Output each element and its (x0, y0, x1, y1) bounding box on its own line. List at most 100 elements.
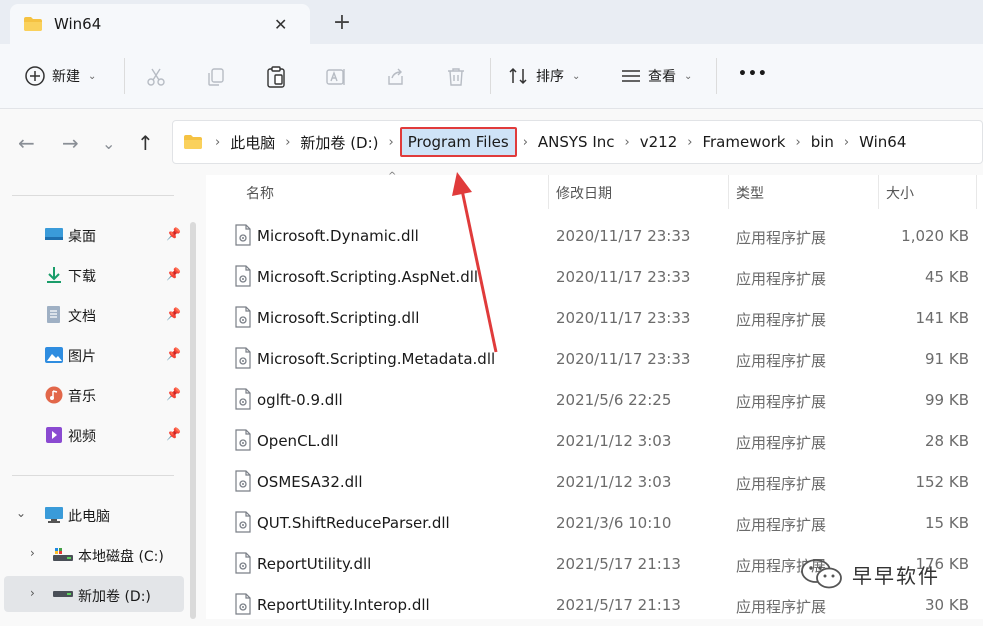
forward-arrow-icon[interactable]: → (62, 131, 79, 155)
chevron-down-icon[interactable]: ⌄ (16, 506, 26, 520)
chevron-right-icon[interactable]: › (517, 135, 534, 150)
sort-icon (509, 67, 527, 85)
column-divider[interactable] (728, 175, 729, 209)
music-icon (45, 386, 63, 404)
address-bar[interactable]: › 此电脑 › 新加卷 (D:) › Program Files › ANSYS… (172, 120, 983, 164)
file-row[interactable]: Microsoft.Scripting.AspNet.dll 2020/11/17… (206, 257, 983, 298)
file-type: 应用程序扩展 (736, 434, 827, 452)
column-header-type[interactable]: 类型 (736, 183, 764, 203)
chevron-right-icon[interactable]: › (619, 135, 636, 150)
file-size: 28 KB (925, 432, 969, 450)
copy-icon[interactable] (205, 66, 227, 88)
file-row[interactable]: oglft-0.9.dll 2021/5/6 22:25 应用程序扩展 99 KB (206, 380, 983, 421)
close-icon[interactable]: ✕ (274, 15, 287, 34)
column-header-size[interactable]: 大小 (886, 183, 914, 203)
breadcrumb-item[interactable]: 此电脑 (226, 132, 279, 153)
breadcrumb-item-highlighted[interactable]: Program Files (399, 127, 517, 157)
file-row[interactable]: Microsoft.Scripting.Metadata.dll 2020/11/… (206, 339, 983, 380)
sort-button[interactable]: 排序 ⌄ (508, 60, 580, 92)
recent-locations-icon[interactable]: ⌄ (102, 134, 115, 153)
chevron-right-icon[interactable]: › (30, 586, 35, 600)
toolbar-divider (716, 58, 717, 94)
file-row[interactable]: OpenCL.dll 2021/1/12 3:03 应用程序扩展 28 KB (206, 421, 983, 462)
chevron-right-icon[interactable]: › (209, 135, 226, 150)
sidebar-item-label: 下载 (68, 269, 96, 285)
file-date: 2021/5/17 21:13 (556, 555, 681, 573)
more-options-icon[interactable]: ••• (738, 66, 768, 82)
file-date: 2021/5/6 22:25 (556, 391, 672, 409)
video-icon (46, 427, 62, 443)
sidebar-item-drive-d[interactable]: › 新加卷 (D:) (4, 576, 184, 612)
pin-icon[interactable]: 📌 (166, 307, 181, 321)
cut-icon[interactable] (145, 66, 167, 88)
pin-icon[interactable]: 📌 (166, 347, 181, 361)
breadcrumb-item[interactable]: ANSYS Inc (534, 133, 619, 151)
chevron-right-icon[interactable]: › (681, 135, 698, 150)
sort-ascending-icon: ^ (388, 171, 397, 182)
breadcrumb-item[interactable]: bin (807, 133, 838, 151)
pin-icon[interactable]: 📌 (166, 387, 181, 401)
paste-icon[interactable] (265, 65, 287, 89)
command-bar: 新建 ⌄ 排序 ⌄ 查看 ⌄ ••• (0, 44, 983, 108)
delete-icon[interactable] (445, 66, 467, 88)
file-name: Microsoft.Dynamic.dll (257, 227, 419, 245)
file-type: 应用程序扩展 (736, 475, 827, 493)
tab-bar: Win64 ✕ + (0, 0, 983, 44)
view-button[interactable]: 查看 ⌄ (620, 60, 692, 92)
pin-icon[interactable]: 📌 (166, 227, 181, 241)
column-header-date[interactable]: 修改日期 (556, 183, 612, 203)
sidebar-item-downloads[interactable]: 下载 📌 (0, 258, 190, 292)
share-icon[interactable] (385, 66, 407, 88)
back-arrow-icon[interactable]: ← (18, 131, 35, 155)
sidebar-item-music[interactable]: 音乐 📌 (0, 378, 190, 412)
tab-win64[interactable]: Win64 ✕ (10, 4, 310, 44)
sidebar-item-drive-c[interactable]: › 本地磁盘 (C:) (0, 538, 190, 572)
toolbar-divider (490, 58, 491, 94)
file-row[interactable]: ReportUtility.Interop.dll 2021/5/17 21:13… (206, 585, 983, 626)
column-headers: ^ 名称 修改日期 类型 大小 (206, 171, 983, 209)
pin-icon[interactable]: 📌 (166, 427, 181, 441)
file-size: 141 KB (915, 309, 969, 327)
dll-file-icon (235, 265, 251, 287)
file-row[interactable]: Microsoft.Dynamic.dll 2020/11/17 23:33 应用程… (206, 216, 983, 257)
column-header-name[interactable]: 名称 (246, 183, 274, 203)
column-divider[interactable] (548, 175, 549, 209)
breadcrumb-item[interactable]: v212 (636, 133, 682, 151)
divider (12, 475, 174, 476)
sidebar-item-label: 桌面 (68, 229, 96, 245)
file-row[interactable]: OSMESA32.dll 2021/1/12 3:03 应用程序扩展 152 KB (206, 462, 983, 503)
chevron-right-icon[interactable]: › (383, 135, 400, 150)
sidebar-item-pictures[interactable]: 图片 📌 (0, 338, 190, 372)
tab-title: Win64 (54, 15, 102, 33)
file-row[interactable]: Microsoft.Scripting.dll 2020/11/17 23:33 应… (206, 298, 983, 339)
file-row[interactable]: QUT.ShiftReduceParser.dll 2021/3/6 10:10 应… (206, 503, 983, 544)
document-icon (47, 306, 60, 323)
view-icon (622, 70, 640, 82)
up-arrow-icon[interactable]: ↑ (137, 131, 154, 155)
rename-icon[interactable] (325, 66, 347, 88)
new-tab-button[interactable]: + (330, 10, 354, 35)
file-name: Microsoft.Scripting.AspNet.dll (257, 268, 479, 286)
dll-file-icon (235, 388, 251, 410)
dll-file-icon (235, 306, 251, 328)
column-divider[interactable] (878, 175, 879, 209)
sidebar-item-this-pc[interactable]: ⌄ 此电脑 (0, 498, 190, 532)
chevron-right-icon[interactable]: › (790, 135, 807, 150)
breadcrumb-item[interactable]: Win64 (855, 133, 910, 151)
breadcrumb-item[interactable]: Framework (698, 133, 789, 151)
breadcrumb-item[interactable]: 新加卷 (D:) (296, 132, 382, 153)
sidebar-item-desktop[interactable]: 桌面 📌 (0, 218, 190, 252)
column-divider[interactable] (976, 175, 977, 209)
new-button[interactable]: 新建 ⌄ (24, 60, 96, 92)
pictures-icon (45, 347, 63, 363)
sidebar-scrollbar[interactable] (190, 222, 196, 619)
folder-icon (184, 135, 202, 149)
desktop-icon (45, 228, 63, 240)
chevron-right-icon[interactable]: › (838, 135, 855, 150)
chevron-right-icon[interactable]: › (279, 135, 296, 150)
pin-icon[interactable]: 📌 (166, 267, 181, 281)
sidebar-item-documents[interactable]: 文档 📌 (0, 298, 190, 332)
chevron-right-icon[interactable]: › (30, 546, 35, 560)
sidebar-item-videos[interactable]: 视频 📌 (0, 418, 190, 452)
file-type: 应用程序扩展 (736, 352, 827, 370)
